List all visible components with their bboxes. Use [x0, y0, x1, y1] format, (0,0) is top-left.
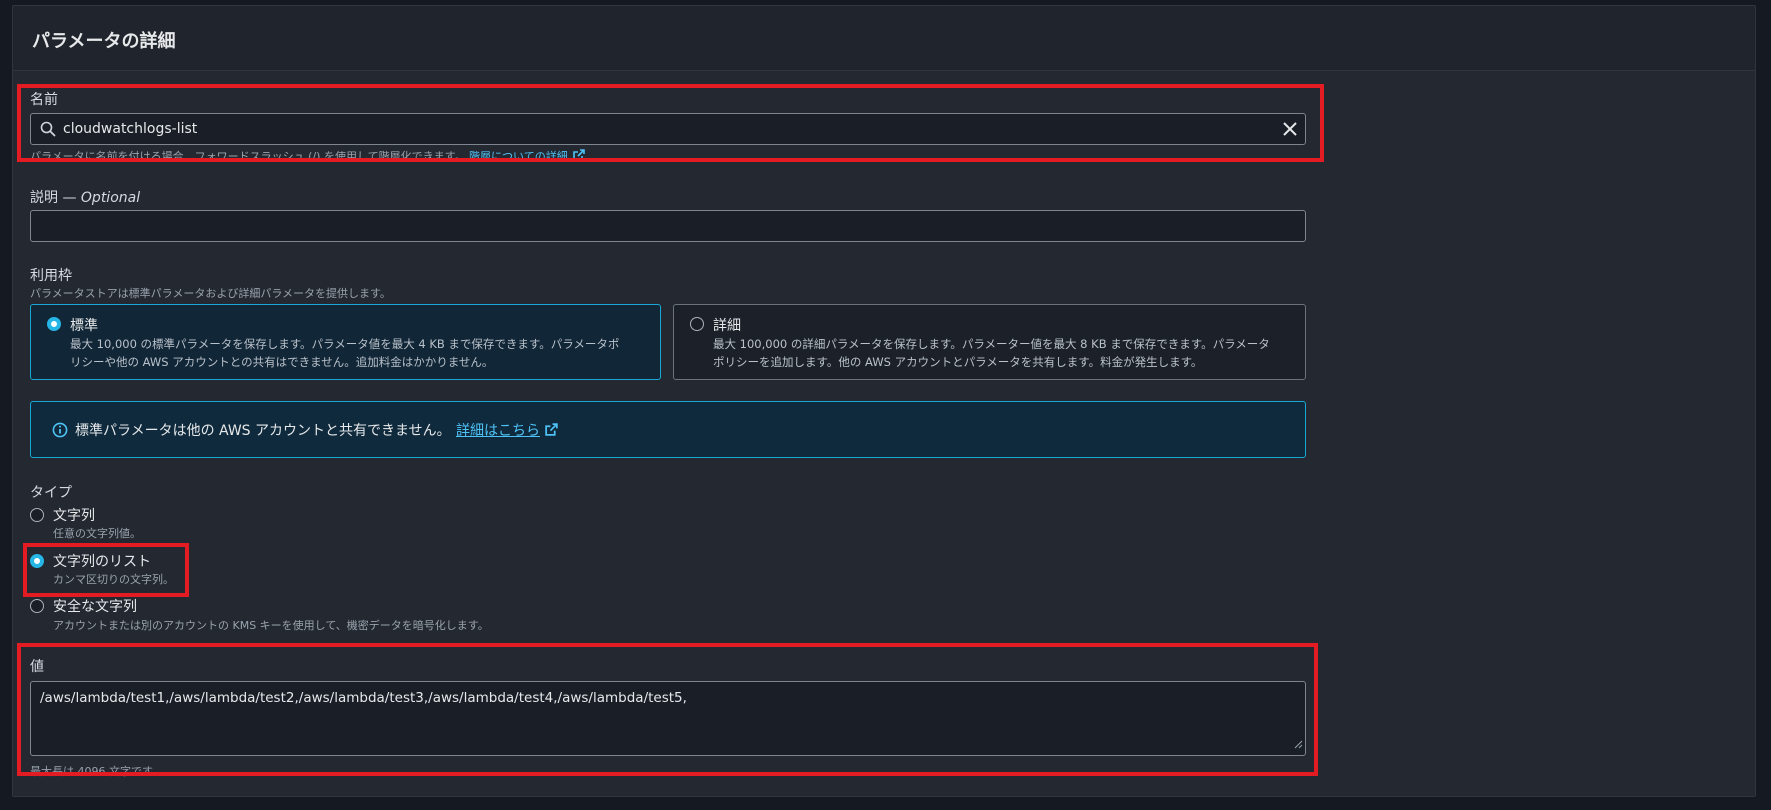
external-link-icon	[544, 422, 559, 441]
type-securestring-desc: アカウントまたは別のアカウントの KMS キーを使用して、機密データを暗号化しま…	[53, 619, 489, 632]
tier-standard-radio[interactable]	[47, 317, 61, 331]
type-string-desc: 任意の文字列値。	[53, 527, 141, 540]
value-highlight-box	[17, 643, 1318, 776]
optional-tag: Optional	[80, 190, 141, 206]
type-highlight-box	[23, 543, 189, 597]
info-alert-link-wrap[interactable]: 詳細はこちら	[456, 420, 559, 441]
tier-advanced-radio[interactable]	[690, 317, 704, 331]
type-string-title[interactable]: 文字列	[53, 505, 95, 525]
tier-label: 利用枠	[30, 268, 72, 284]
tier-description: パラメータストアは標準パラメータおよび詳細パラメータを提供します。	[30, 287, 391, 300]
tier-advanced-desc-2: ポリシーを追加します。他の AWS アカウントとパラメータを共有します。料金が発…	[713, 355, 1203, 369]
tier-card-standard[interactable]: 標準 最大 10,000 の標準パラメータを保存します。パラメータ値を最大 4 …	[30, 304, 661, 380]
description-input[interactable]	[30, 210, 1306, 242]
tier-standard-desc-2: リシーや他の AWS アカウントとの共有はできません。追加料金はかかりません。	[70, 355, 494, 369]
info-alert-text: 標準パラメータは他の AWS アカウントと共有できません。	[75, 423, 451, 439]
tier-advanced-title: 詳細	[713, 318, 741, 334]
description-label-text: 説明 —	[30, 190, 81, 206]
tier-advanced-desc-1: 最大 100,000 の詳細パラメータを保存します。パラメーター値を最大 8 K…	[713, 337, 1270, 351]
info-icon	[52, 422, 68, 442]
tier-standard-desc-1: 最大 10,000 の標準パラメータを保存します。パラメータ値を最大 4 KB …	[70, 337, 620, 351]
type-securestring-title[interactable]: 安全な文字列	[53, 596, 137, 616]
panel-header: パラメータの詳細	[13, 6, 1755, 71]
learn-more-link[interactable]: 詳細はこちら	[456, 423, 540, 439]
info-alert: 標準パラメータは他の AWS アカウントと共有できません。 詳細はこちら	[30, 401, 1306, 458]
name-highlight-box	[17, 84, 1324, 162]
description-label: 説明 — Optional	[30, 187, 140, 207]
tier-card-advanced[interactable]: 詳細 最大 100,000 の詳細パラメータを保存します。パラメーター値を最大 …	[673, 304, 1306, 380]
type-string-radio[interactable]	[30, 508, 44, 522]
panel-title: パラメータの詳細	[32, 31, 176, 52]
type-securestring-radio[interactable]	[30, 599, 44, 613]
type-label: タイプ	[30, 485, 72, 501]
tier-standard-title: 標準	[70, 318, 98, 334]
